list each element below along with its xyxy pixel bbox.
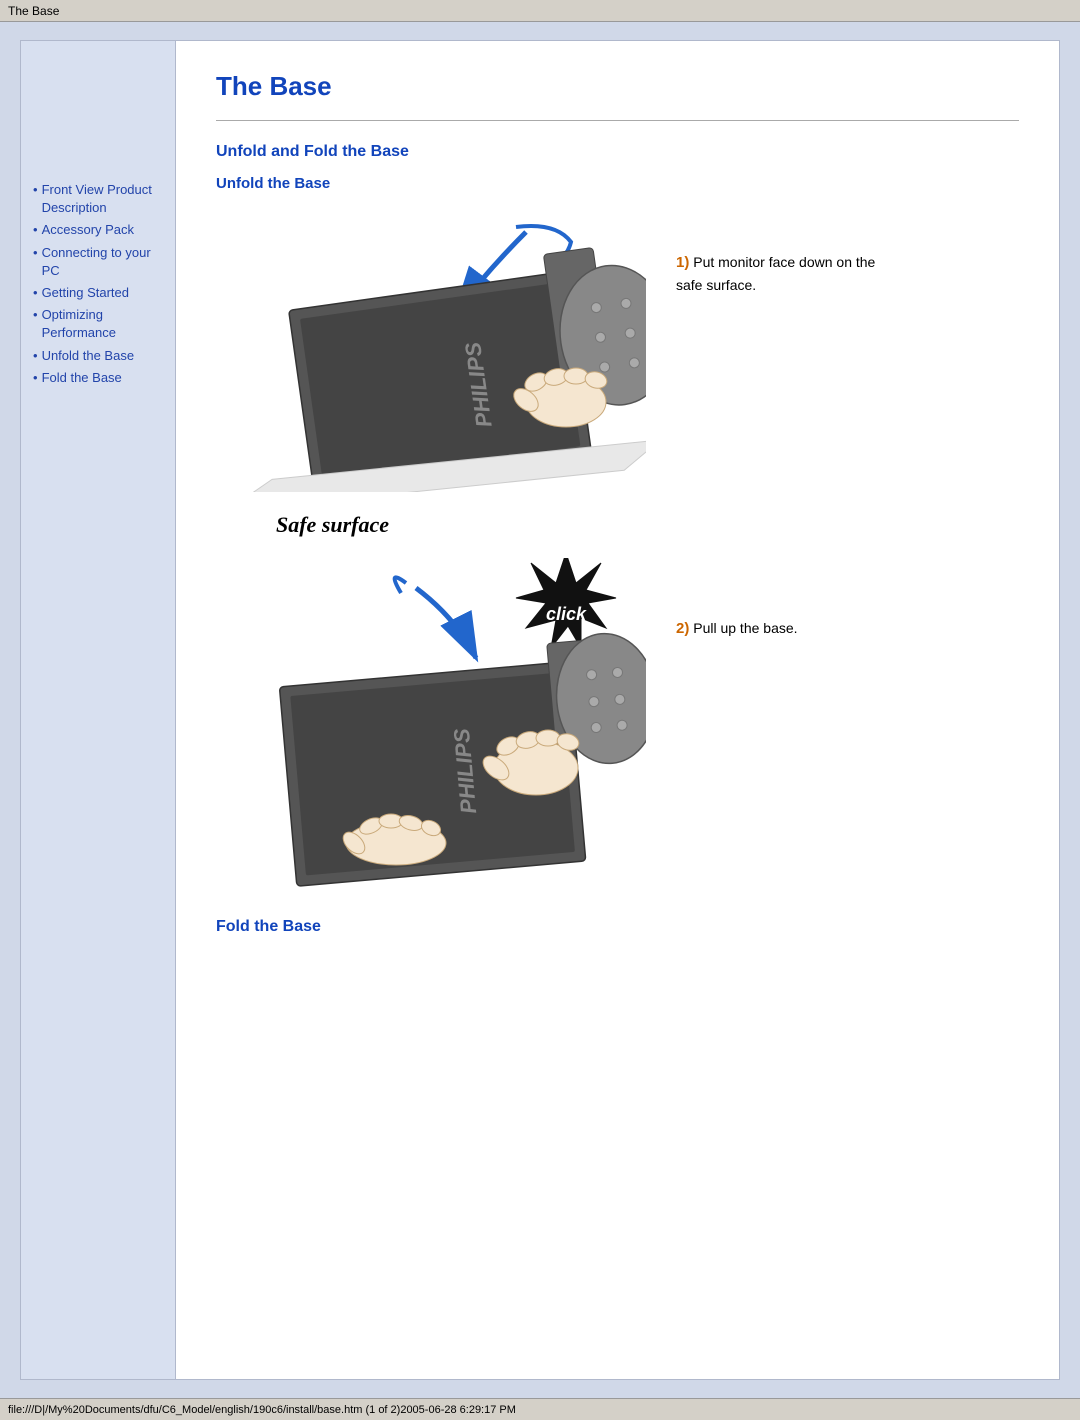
sidebar-link-getting-started[interactable]: Getting Started [42, 284, 129, 302]
sidebar-link-connecting[interactable]: Connecting to your PC [42, 244, 163, 280]
sidebar-link-front-view[interactable]: Front View Product Description [42, 181, 163, 217]
title-bar-text: The Base [8, 4, 59, 18]
sidebar: • Front View Product Description • Acces… [21, 41, 176, 1379]
sidebar-item-accessory[interactable]: • Accessory Pack [33, 221, 163, 239]
sub-heading: Unfold the Base [216, 175, 1019, 192]
main-container: • Front View Product Description • Acces… [20, 40, 1060, 1380]
sidebar-link-accessory[interactable]: Accessory Pack [42, 221, 134, 239]
sidebar-item-connecting[interactable]: • Connecting to your PC [33, 244, 163, 280]
bullet-accessory: • [33, 221, 38, 239]
sidebar-item-unfold[interactable]: • Unfold the Base [33, 347, 163, 365]
step1-text-block: 1) Put monitor face down on the safe sur… [676, 252, 876, 296]
step1-number: 1) [676, 254, 689, 271]
bullet-fold: • [33, 369, 38, 387]
status-bar-text: file:///D|/My%20Documents/dfu/C6_Model/e… [8, 1404, 516, 1416]
content-area: The Base Unfold and Fold the Base Unfold… [176, 41, 1059, 1379]
bullet-connecting: • [33, 244, 38, 280]
bullet-performance: • [33, 306, 38, 342]
bullet-unfold: • [33, 347, 38, 365]
section-heading: Unfold and Fold the Base [216, 143, 1019, 161]
safe-surface-label: Safe surface [276, 512, 1019, 538]
sidebar-item-fold[interactable]: • Fold the Base [33, 369, 163, 387]
fold-heading: Fold the Base [216, 918, 1019, 936]
sidebar-link-performance[interactable]: Optimizing Performance [42, 306, 163, 342]
svg-text:click: click [546, 604, 587, 624]
step2-description: Pull up the base. [693, 620, 797, 636]
step1-illustration-block: PHILIPS [216, 212, 1019, 492]
bullet-started: • [33, 284, 38, 302]
status-bar: file:///D|/My%20Documents/dfu/C6_Model/e… [0, 1398, 1080, 1420]
page-title: The Base [216, 71, 1019, 102]
step1-description: Put monitor face down on the safe surfac… [676, 254, 875, 293]
sidebar-link-unfold[interactable]: Unfold the Base [42, 347, 135, 365]
step2-svg: click PHILIPS [216, 558, 646, 888]
step2-text-block: 2) Pull up the base. [676, 618, 798, 641]
divider [216, 120, 1019, 121]
sidebar-item-performance[interactable]: • Optimizing Performance [33, 306, 163, 342]
title-bar: The Base [0, 0, 1080, 22]
step1-svg: PHILIPS [216, 212, 646, 492]
bullet-front-view: • [33, 181, 38, 217]
step2-illustration-block: click PHILIPS [216, 558, 1019, 888]
step2-number: 2) [676, 620, 689, 637]
sidebar-item-getting-started[interactable]: • Getting Started [33, 284, 163, 302]
sidebar-item-front-view[interactable]: • Front View Product Description [33, 181, 163, 217]
sidebar-link-fold[interactable]: Fold the Base [42, 369, 122, 387]
